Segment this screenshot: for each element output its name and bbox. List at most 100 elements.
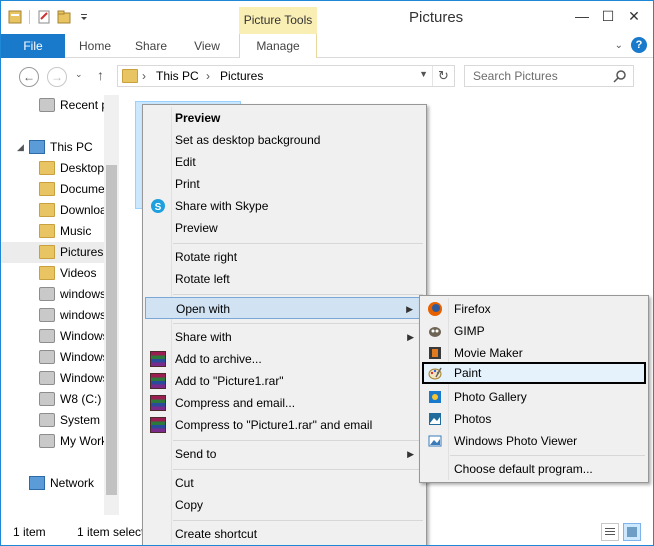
tab-manage[interactable]: Manage bbox=[239, 34, 317, 58]
menu-item-share-with[interactable]: Share with ▶ bbox=[145, 326, 424, 348]
maximize-button[interactable]: ☐ bbox=[595, 5, 621, 27]
open-with-photo-gallery[interactable]: Photo Gallery bbox=[422, 386, 646, 408]
tab-view[interactable]: View bbox=[181, 34, 233, 58]
nav-documents[interactable]: Documents bbox=[1, 179, 119, 200]
expand-ribbon-icon[interactable]: ⌄ bbox=[615, 40, 623, 51]
minimize-button[interactable]: — bbox=[569, 5, 595, 27]
nav-desktop[interactable]: Desktop bbox=[1, 158, 119, 179]
tab-file[interactable]: File bbox=[1, 34, 65, 58]
close-button[interactable]: ✕ bbox=[621, 5, 647, 27]
search-input[interactable]: Search Pictures bbox=[473, 69, 558, 83]
nav-drive-c[interactable]: W8 (C:) bbox=[1, 389, 119, 410]
details-view-button[interactable] bbox=[601, 523, 619, 541]
system-menu-icon[interactable] bbox=[7, 9, 23, 25]
open-with-choose-default-program[interactable]: Choose default program... bbox=[422, 458, 646, 480]
menu-separator bbox=[173, 440, 423, 441]
new-folder-icon[interactable] bbox=[56, 9, 72, 25]
menu-item-cut[interactable]: Cut bbox=[145, 472, 424, 494]
picture-tools-label: Picture Tools bbox=[239, 7, 317, 34]
properties-icon[interactable] bbox=[36, 9, 52, 25]
search-box[interactable]: Search Pictures bbox=[464, 65, 634, 87]
navigation-pane: Recent places ◢ This PC Desktop Document… bbox=[1, 95, 119, 515]
forward-button[interactable]: → bbox=[47, 67, 67, 87]
menu-item-rotate-left[interactable]: Rotate left bbox=[145, 268, 424, 290]
address-bar[interactable]: › This PC › Pictures ▼ ↻ bbox=[117, 65, 455, 87]
window-controls: — ☐ ✕ bbox=[569, 5, 647, 27]
network-icon bbox=[29, 476, 45, 490]
menu-item-copy[interactable]: Copy bbox=[145, 494, 424, 516]
menu-item-create-shortcut[interactable]: Create shortcut bbox=[145, 523, 424, 545]
skype-icon: S bbox=[151, 199, 165, 213]
menu-separator bbox=[173, 520, 423, 521]
ribbon-tabs: File Home Share View Manage ⌄ ? bbox=[1, 34, 653, 58]
crumb-this-pc[interactable]: This PC bbox=[156, 69, 199, 83]
nav-scrollbar-thumb[interactable] bbox=[106, 165, 117, 495]
menu-separator bbox=[173, 469, 423, 470]
recent-locations-icon[interactable]: ⌄ bbox=[75, 69, 83, 80]
tab-home[interactable]: Home bbox=[69, 34, 121, 58]
menu-item-edit[interactable]: Edit bbox=[145, 151, 424, 173]
open-with-movie-maker[interactable]: Movie Maker bbox=[422, 342, 646, 364]
menu-item-share-with-skype[interactable]: S Share with Skype bbox=[145, 195, 424, 217]
nav-network-drive[interactable]: Windows bbox=[1, 326, 119, 347]
drive-icon bbox=[39, 413, 55, 427]
nav-music[interactable]: Music bbox=[1, 221, 119, 242]
winrar-icon bbox=[150, 417, 166, 433]
context-menu: Preview Set as desktop background Edit P… bbox=[142, 104, 427, 545]
nav-network-drive[interactable]: Windows bbox=[1, 368, 119, 389]
nav-videos[interactable]: Videos bbox=[1, 263, 119, 284]
open-with-windows-photo-viewer[interactable]: Windows Photo Viewer bbox=[422, 430, 646, 452]
nav-this-pc[interactable]: ◢ This PC bbox=[1, 137, 119, 158]
menu-item-preview[interactable]: Preview bbox=[145, 107, 424, 129]
address-row: ← → ⌄ ↑ › This PC › Pictures ▼ ↻ Search … bbox=[1, 59, 653, 95]
nav-network-drive[interactable]: Windows bbox=[1, 347, 119, 368]
nav-network[interactable]: Network bbox=[1, 473, 119, 494]
large-icons-view-button[interactable] bbox=[623, 523, 641, 541]
menu-item-print[interactable]: Print bbox=[145, 173, 424, 195]
address-dropdown-icon[interactable]: ▼ bbox=[419, 69, 428, 79]
menu-item-open-with[interactable]: Open with ▶ bbox=[145, 297, 424, 319]
menu-item-set-desktop-background[interactable]: Set as desktop background bbox=[145, 129, 424, 151]
nav-scrollbar[interactable] bbox=[104, 95, 119, 515]
nav-drive-my-work[interactable]: My Work bbox=[1, 431, 119, 452]
open-with-gimp[interactable]: GIMP bbox=[422, 320, 646, 342]
open-with-photos[interactable]: Photos bbox=[422, 408, 646, 430]
submenu-separator bbox=[450, 455, 645, 456]
folder-icon bbox=[39, 203, 55, 217]
crumb-separator: › bbox=[206, 69, 210, 83]
nav-recent-places[interactable]: Recent places bbox=[1, 95, 119, 116]
menu-item-send-to[interactable]: Send to ▶ bbox=[145, 443, 424, 465]
expand-arrow-icon[interactable]: ◢ bbox=[17, 137, 24, 158]
back-button[interactable]: ← bbox=[19, 67, 39, 87]
menu-separator bbox=[173, 294, 423, 295]
menu-item-rotate-right[interactable]: Rotate right bbox=[145, 246, 424, 268]
up-button[interactable]: ↑ bbox=[97, 67, 104, 83]
menu-item-preview-2[interactable]: Preview bbox=[145, 217, 424, 239]
nav-network-drive[interactable]: windows bbox=[1, 305, 119, 326]
nav-pictures[interactable]: Pictures bbox=[1, 242, 119, 263]
ribbon-right: ⌄ ? bbox=[615, 37, 647, 53]
open-with-paint[interactable]: Paint bbox=[422, 362, 646, 384]
menu-item-add-to-archive[interactable]: Add to archive... bbox=[145, 348, 424, 370]
nav-network-drive[interactable]: windows bbox=[1, 284, 119, 305]
open-with-firefox[interactable]: Firefox bbox=[422, 298, 646, 320]
menu-item-compress-to-rar-and-email[interactable]: Compress to "Picture1.rar" and email bbox=[145, 414, 424, 436]
tab-share[interactable]: Share bbox=[125, 34, 177, 58]
folder-icon bbox=[39, 182, 55, 196]
winrar-icon bbox=[150, 373, 166, 389]
refresh-button[interactable]: ↻ bbox=[432, 66, 454, 86]
nav-drive-system[interactable]: System bbox=[1, 410, 119, 431]
search-icon bbox=[613, 70, 626, 83]
winrar-icon bbox=[150, 351, 166, 367]
menu-item-add-to-rar[interactable]: Add to "Picture1.rar" bbox=[145, 370, 424, 392]
menu-item-compress-and-email[interactable]: Compress and email... bbox=[145, 392, 424, 414]
help-icon[interactable]: ? bbox=[631, 37, 647, 53]
crumb-pictures[interactable]: Pictures bbox=[220, 69, 263, 83]
customize-qat-icon[interactable] bbox=[76, 9, 92, 25]
nav-downloads[interactable]: Downloads bbox=[1, 200, 119, 221]
drive-icon bbox=[39, 434, 55, 448]
photo-gallery-icon bbox=[429, 391, 441, 403]
recent-places-icon bbox=[39, 98, 55, 112]
gimp-icon bbox=[429, 327, 441, 337]
folder-icon bbox=[39, 161, 55, 175]
